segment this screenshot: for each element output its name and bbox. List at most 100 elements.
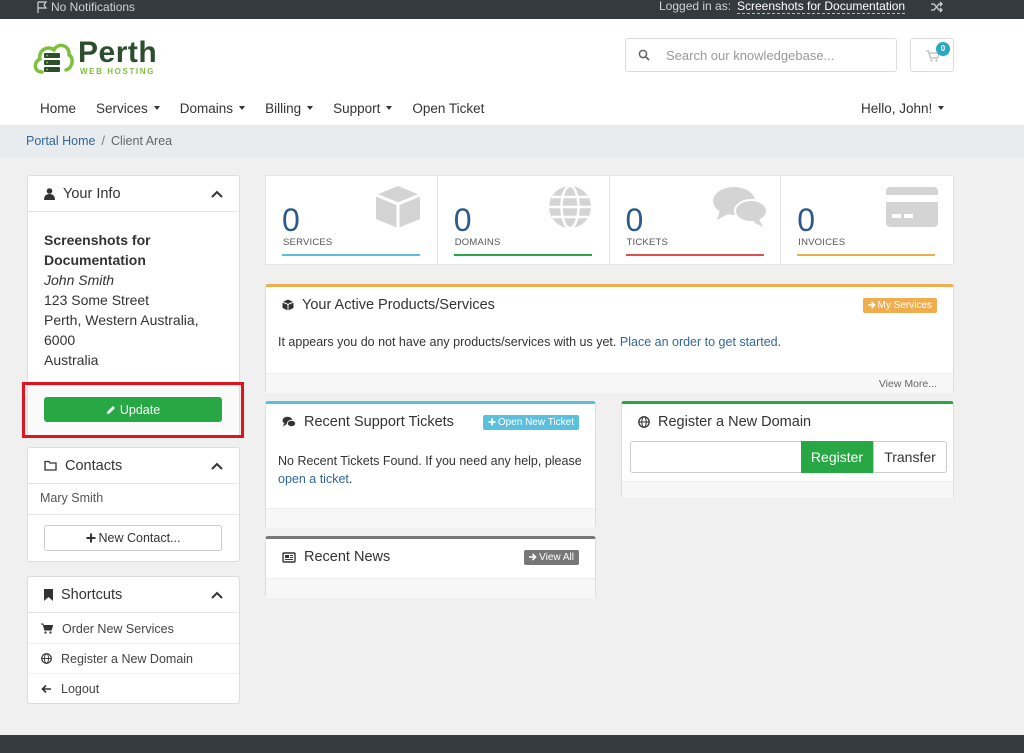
chevron-up-icon[interactable]: [211, 190, 223, 198]
caret-down-icon: [239, 106, 246, 110]
contact-item[interactable]: Mary Smith: [28, 485, 239, 515]
card-title: Recent Support Tickets: [304, 414, 454, 430]
notifications-link[interactable]: No Notifications: [36, 0, 135, 14]
plus-icon: [488, 418, 496, 426]
view-all-news-button[interactable]: View All: [524, 549, 579, 565]
pencil-icon: [106, 405, 115, 414]
breadcrumb-separator: /: [101, 134, 105, 148]
user-icon: [44, 187, 55, 200]
shortcut-label: Logout: [61, 682, 100, 696]
nav-home[interactable]: Home: [40, 99, 76, 117]
search-input[interactable]: Search our knowledgebase...: [666, 48, 834, 63]
contacts-panel: Contacts Mary Smith New Contact...: [27, 447, 240, 562]
shortcuts-title: Shortcuts: [61, 586, 123, 603]
button-label: My Services: [877, 299, 932, 311]
contacts-header[interactable]: Contacts: [28, 448, 239, 484]
bookmark-icon: [44, 588, 53, 601]
stat-value: 0: [625, 202, 644, 238]
shortcut-register-domain[interactable]: Register a New Domain: [28, 644, 239, 674]
account-link[interactable]: Screenshots for Documentation: [737, 0, 906, 14]
nav-services[interactable]: Services: [96, 99, 160, 117]
new-contact-button[interactable]: New Contact...: [44, 525, 222, 551]
card-title: Your Active Products/Services: [302, 297, 495, 313]
comments-icon: [282, 416, 296, 428]
top-bar: No Notifications Logged in as: Screensho…: [0, 0, 1024, 19]
domain-search-input[interactable]: [630, 441, 801, 473]
open-ticket-link[interactable]: open a ticket: [278, 472, 349, 486]
view-more-link[interactable]: View More...: [266, 373, 953, 393]
nav-label: Support: [333, 100, 381, 116]
address-line: 123 Some Street: [44, 292, 150, 308]
brand-tagline: WEB HOSTING: [80, 66, 155, 76]
stat-invoices[interactable]: 0 INVOICES: [781, 176, 953, 264]
main-nav: Home Services Domains Billing Support Op…: [40, 99, 504, 117]
chevron-up-icon[interactable]: [211, 462, 223, 470]
nav-label: Services: [96, 100, 148, 116]
user-menu[interactable]: Hello, John!: [861, 99, 945, 117]
address-block: Screenshots for Documentation John Smith…: [44, 230, 199, 370]
address-postcode: 6000: [44, 332, 76, 348]
breadcrumb: Portal Home / Client Area: [26, 134, 172, 148]
message-suffix: .: [348, 472, 353, 486]
message-text: It appears you do not have any products/…: [278, 335, 617, 349]
caret-down-icon: [386, 106, 393, 110]
stat-value: 0: [453, 202, 472, 238]
cart-icon: [41, 623, 53, 634]
shortcut-order-services[interactable]: Order New Services: [28, 614, 239, 644]
stat-tickets[interactable]: 0 TICKETS: [610, 176, 782, 264]
card-header: Register a New Domain: [622, 404, 953, 440]
nav-label: Open Ticket: [412, 100, 485, 116]
nav-label: Domains: [179, 100, 234, 116]
card-header: Your Active Products/Services My Service…: [266, 287, 953, 323]
contacts-title: Contacts: [65, 457, 123, 474]
stat-label: SERVICES: [283, 237, 333, 248]
switch-account-icon[interactable]: [930, 1, 944, 13]
register-button[interactable]: Register: [801, 441, 873, 473]
nav-domains[interactable]: Domains: [179, 99, 246, 117]
nav-support[interactable]: Support: [333, 99, 393, 117]
notifications-label: No Notifications: [51, 0, 136, 14]
nav-billing[interactable]: Billing: [265, 99, 314, 117]
transfer-button[interactable]: Transfer: [873, 441, 947, 473]
cloud-server-icon: [33, 43, 74, 74]
your-info-header[interactable]: Your Info: [28, 176, 239, 212]
cart-button[interactable]: 0: [910, 38, 954, 72]
arrow-right-icon: [867, 301, 876, 309]
globe-icon: [548, 184, 591, 230]
open-new-ticket-button[interactable]: Open New Ticket: [482, 414, 579, 430]
my-services-button[interactable]: My Services: [862, 297, 937, 313]
stat-underline: [282, 254, 420, 256]
shortcut-label: Order New Services: [62, 621, 174, 636]
caret-down-icon: [938, 106, 945, 110]
breadcrumb-current: Client Area: [110, 134, 173, 148]
arrow-left-icon: [41, 684, 51, 694]
card-footer: [266, 578, 595, 598]
shortcut-logout[interactable]: Logout: [28, 674, 239, 704]
caret-down-icon: [307, 106, 314, 110]
stat-services[interactable]: 0 SERVICES: [266, 176, 438, 264]
nav-label: Home: [40, 100, 77, 116]
search-box[interactable]: Search our knowledgebase...: [625, 38, 897, 72]
update-button[interactable]: Update: [44, 397, 222, 422]
shortcuts-header[interactable]: Shortcuts: [28, 577, 239, 613]
shortcuts-panel: Shortcuts Order New Services Register a …: [27, 576, 240, 704]
arrow-right-icon: [529, 553, 537, 561]
register-domain-card: Register a New Domain Register Transfer: [621, 401, 954, 498]
message-text: No Recent Tickets Found. If you need any…: [278, 454, 582, 468]
search-icon: [638, 49, 650, 61]
stat-label: TICKETS: [626, 237, 669, 248]
logo[interactable]: Perth WEB HOSTING: [32, 36, 157, 78]
stat-label: INVOICES: [798, 237, 846, 248]
card-header: Recent News View All: [266, 539, 595, 575]
nav-open-ticket[interactable]: Open Ticket: [412, 99, 484, 117]
address-city-state: Perth, Western Australia,: [44, 312, 199, 328]
place-order-link[interactable]: Place an order to get started: [620, 335, 778, 349]
breadcrumb-home-link[interactable]: Portal Home: [26, 134, 95, 148]
products-message: It appears you do not have any products/…: [278, 335, 781, 349]
chevron-up-icon[interactable]: [211, 591, 223, 599]
stat-value: 0: [282, 202, 300, 238]
stat-underline: [625, 254, 764, 256]
user-greeting: Hello, John!: [861, 100, 933, 116]
stat-domains[interactable]: 0 DOMAINS: [438, 176, 610, 264]
message-suffix: .: [777, 335, 782, 349]
